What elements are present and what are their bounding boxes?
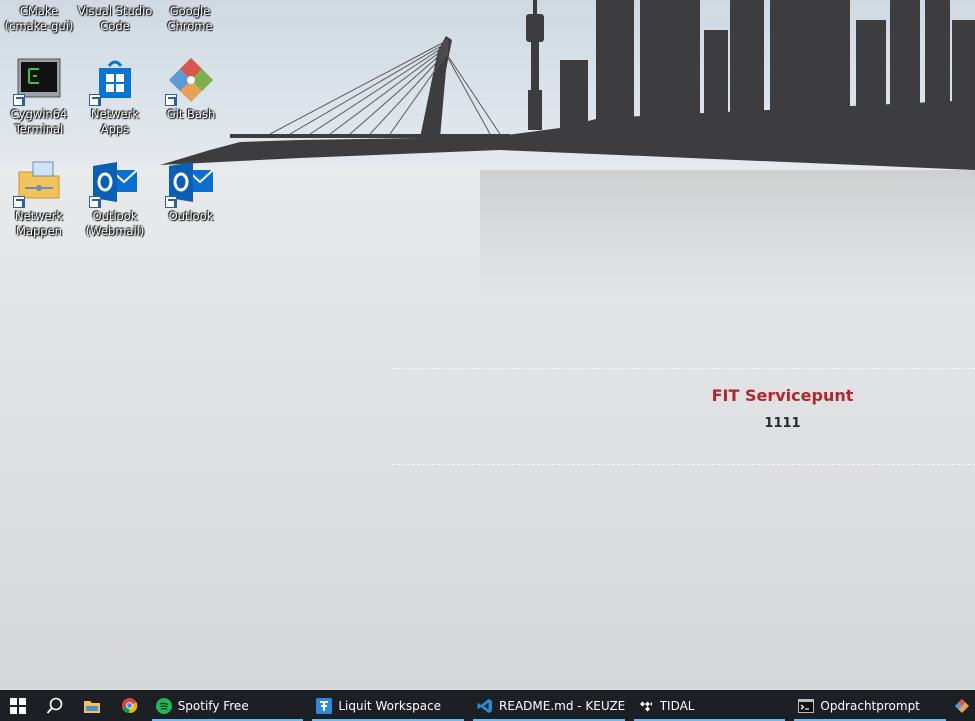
windows-icon [10,697,27,714]
desktop-icon-outlook-webmail[interactable]: Outlook (Webmail) [77,158,153,250]
desktop-icon-label: Outlook (Webmail) [85,209,145,238]
search-button[interactable] [37,690,74,721]
vscode-icon [477,698,493,713]
search-icon [47,697,63,714]
tidal-icon [639,701,652,711]
git-icon [955,698,970,713]
vscode-icon-label[interactable]: Visual Studio Code [73,4,157,34]
taskbar-app-liquit[interactable]: Liquit Workspace [312,690,465,721]
outlook-icon [165,158,215,208]
service-title: FIT Servicepunt [711,386,854,405]
info-divider-bottom [392,464,975,465]
desktop-icon-netwerk-apps[interactable]: Netwerk Apps [77,56,153,148]
taskbar-app-label: Opdrachtprompt [820,698,920,713]
network-folder-icon [13,158,63,208]
taskbar-overflow-app[interactable] [955,690,975,721]
desktop-icon-label: Netwerk Mappen [14,209,64,238]
desktop-icon-netwerk-mappen[interactable]: Netwerk Mappen [1,158,77,250]
taskbar-app-label: README.md - KEUZE... [499,698,625,713]
desktop-icon-cygwin[interactable]: Cygwin64 Terminal [1,56,77,148]
start-button[interactable] [0,690,37,721]
git-icon [165,56,215,106]
desktop-icon-git-bash[interactable]: Git Bash [153,56,229,148]
taskbar-app-label: Spotify Free [177,698,249,713]
file-explorer-button[interactable] [74,690,111,721]
taskbar-app-cmd[interactable]: Opdrachtprompt [794,690,947,721]
desktop-icon-label: Git Bash [166,107,216,121]
taskbar-app-spotify[interactable]: Spotify Free [151,690,304,721]
chrome-icon [121,697,138,714]
desktop-icon-label: Netwerk Apps [90,107,140,136]
store-icon [89,56,139,106]
desktop-icon-outlook[interactable]: Outlook [153,158,229,250]
service-number: 1111 [764,416,801,431]
folder-icon [84,700,101,713]
desktop-icon-label: Cygwin64 Terminal [10,107,68,136]
outlook-icon [89,158,139,208]
taskbar-app-tidal[interactable]: TIDAL [633,690,786,721]
cygwin-terminal-icon [13,56,63,106]
info-divider-top [392,368,975,369]
spotify-icon [155,697,172,714]
desktop-icon-label: Outlook [168,209,214,223]
taskbar-app-label: TIDAL [659,698,695,713]
chrome-icon-label[interactable]: Google Chrome [148,4,232,34]
chrome-button[interactable] [111,690,148,721]
liquit-icon [316,697,333,714]
cmd-icon [798,698,815,713]
taskbar: Spotify Free Liquit Workspace README.md … [0,690,975,721]
taskbar-app-label: Liquit Workspace [338,698,442,713]
taskbar-app-vscode[interactable]: README.md - KEUZE... [473,690,625,721]
cmake-icon-label[interactable]: CMake (cmake-gui) [0,4,81,34]
